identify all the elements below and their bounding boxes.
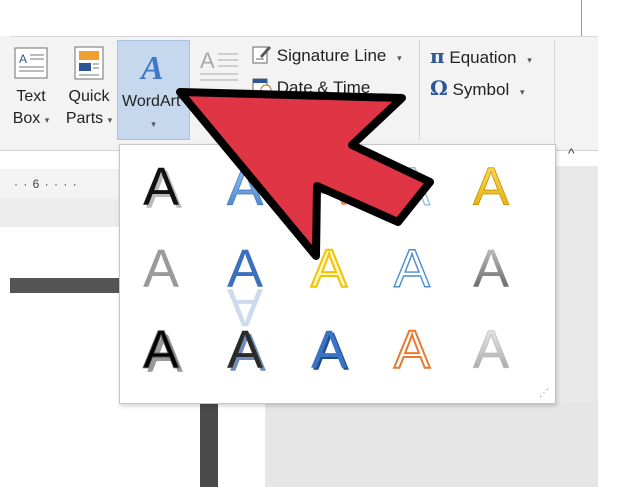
ruler-gutter (0, 199, 120, 227)
drop-cap-icon: A (200, 48, 238, 81)
collapse-ribbon-button[interactable]: ^ (568, 145, 575, 161)
equation-button[interactable]: π Equation ▾ (430, 44, 532, 72)
date-time-icon (252, 76, 272, 96)
wordart-style-blue-gradient[interactable]: A (227, 157, 264, 218)
wordart-style-dark-bevel[interactable]: AA (227, 320, 266, 383)
signature-line-label: Signature Line (276, 46, 387, 65)
svg-text:A: A (139, 50, 164, 83)
wordart-style-orange-outline[interactable]: A (393, 319, 431, 381)
svg-text:A: A (394, 320, 430, 380)
ribbon-tab-strip (0, 0, 598, 36)
wordart-style-black-outline-shadow[interactable]: AA (142, 320, 183, 385)
date-time-label: Date & Time (276, 78, 371, 97)
wordart-style-blue-bevel[interactable]: AA (311, 320, 349, 382)
svg-text:A: A (394, 239, 430, 299)
wordart-style-grid: AA A A A A A AA A A A AA AA AA A A (142, 156, 510, 385)
svg-text:A: A (143, 320, 179, 380)
quick-parts-button[interactable]: Quick Parts ▾ (62, 46, 116, 131)
group-separator (419, 40, 420, 140)
ruler-marks: · · 6 · · · · (14, 177, 78, 191)
svg-text:A: A (394, 157, 430, 217)
horizontal-ruler: · · 6 · · · · (0, 169, 120, 199)
equation-icon: π (430, 44, 445, 68)
svg-text:A: A (227, 320, 263, 380)
symbol-button[interactable]: Ω Symbol ▾ (430, 76, 525, 104)
svg-text:A: A (311, 239, 347, 299)
chevron-down-icon: ▾ (397, 53, 402, 63)
wordart-style-silver-gradient[interactable]: A (473, 320, 510, 381)
symbol-icon: Ω (430, 76, 448, 100)
text-box-button[interactable]: A Text Box ▾ (6, 46, 56, 131)
date-time-button[interactable]: Date & Time (252, 76, 370, 100)
svg-text:A: A (143, 239, 179, 299)
svg-text:A: A (143, 157, 179, 217)
svg-text:A: A (311, 320, 347, 380)
page-margin (218, 402, 265, 487)
chevron-down-icon: ▾ (151, 119, 156, 129)
svg-text:A: A (473, 320, 509, 380)
svg-text:A: A (19, 52, 27, 66)
text-box-icon: A (14, 46, 48, 80)
svg-text:A: A (311, 157, 347, 217)
svg-text:A: A (200, 48, 215, 73)
chevron-down-icon: ▾ (107, 115, 113, 125)
document-canvas[interactable] (0, 227, 120, 487)
gallery-resize-grip[interactable]: ⋰ (539, 388, 549, 399)
wordart-style-gray-gradient[interactable]: A (473, 239, 509, 299)
chevron-down-icon: ▾ (519, 87, 525, 97)
scroll-region (556, 166, 598, 402)
group-separator (554, 40, 555, 150)
wordart-style-blue-outline-light[interactable]: A (393, 156, 431, 218)
wordart-style-gold[interactable]: A (473, 157, 510, 218)
svg-text:A: A (473, 239, 509, 299)
symbol-label: Symbol (452, 80, 510, 99)
text-box-label-1: Text (16, 88, 46, 105)
document-background (265, 402, 598, 487)
chevron-down-icon: ▾ (527, 55, 532, 65)
svg-text:A: A (227, 157, 263, 217)
chevron-down-icon: ▾ (44, 115, 50, 125)
page-edge (10, 278, 120, 293)
equation-label: Equation (449, 48, 517, 67)
page-edge-vertical (200, 402, 218, 487)
wordart-style-gold-outline[interactable]: A (310, 238, 348, 300)
signature-line-icon (252, 44, 272, 64)
wordart-button[interactable]: A WordArt ▾ (117, 40, 190, 140)
wordart-style-gray-fill[interactable]: A (143, 239, 179, 299)
wordart-icon: A (136, 47, 172, 87)
quick-parts-icon (72, 46, 106, 80)
signature-line-button[interactable]: Signature Line ▾ (252, 44, 402, 70)
wordart-style-orange-gradient[interactable]: A (311, 157, 347, 217)
text-box-label-2: Box (12, 110, 41, 127)
wordart-style-black-shadow[interactable]: AA (143, 157, 182, 220)
tab-separator (581, 0, 582, 36)
svg-text:A: A (473, 157, 509, 217)
quick-parts-label-1: Quick (68, 88, 110, 105)
wordart-style-blue-outline[interactable]: A (393, 238, 430, 299)
drop-cap-button[interactable]: A (198, 46, 238, 86)
quick-parts-label-2: Parts (65, 110, 104, 127)
wordart-label: WordArt (122, 93, 181, 110)
wordart-gallery: AA A A A A A AA A A A AA AA AA A A ⋰ (119, 144, 556, 404)
ribbon-top-border (10, 36, 598, 37)
